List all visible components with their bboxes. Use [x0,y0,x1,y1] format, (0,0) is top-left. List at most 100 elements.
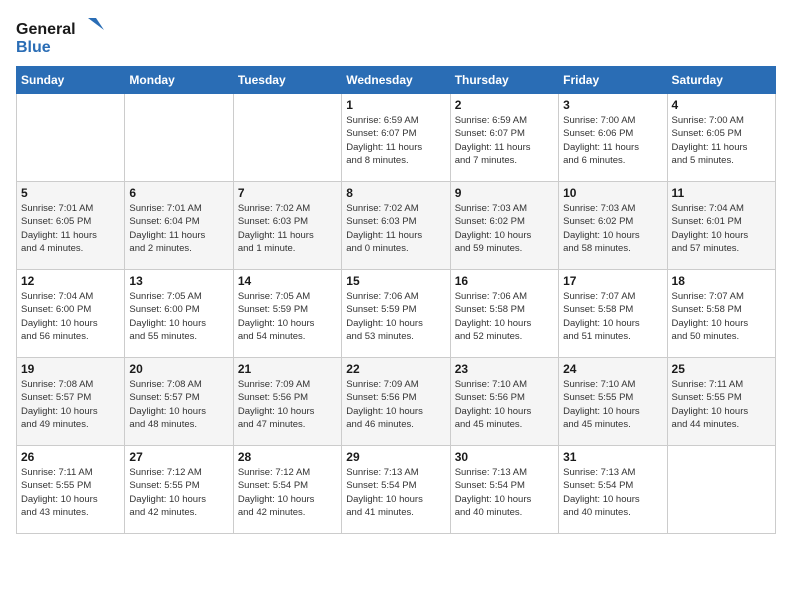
calendar-week-row: 5 Sunrise: 7:01 AM Sunset: 6:05 PM Daylig… [17,182,776,270]
day-number: 29 [346,450,445,464]
calendar-day-cell: 1 Sunrise: 6:59 AM Sunset: 6:07 PM Daylig… [342,94,450,182]
day-number: 7 [238,186,337,200]
day-number: 25 [672,362,771,376]
header-wednesday: Wednesday [342,67,450,94]
day-number: 18 [672,274,771,288]
day-number: 5 [21,186,120,200]
day-number: 12 [21,274,120,288]
day-info: Sunrise: 7:02 AM Sunset: 6:03 PM Dayligh… [346,202,445,255]
day-number: 2 [455,98,554,112]
calendar-day-cell: 23 Sunrise: 7:10 AM Sunset: 5:56 PM Dayli… [450,358,558,446]
calendar-day-cell: 27 Sunrise: 7:12 AM Sunset: 5:55 PM Dayli… [125,446,233,534]
day-info: Sunrise: 6:59 AM Sunset: 6:07 PM Dayligh… [455,114,554,167]
day-info: Sunrise: 7:11 AM Sunset: 5:55 PM Dayligh… [672,378,771,431]
day-info: Sunrise: 7:12 AM Sunset: 5:55 PM Dayligh… [129,466,228,519]
calendar-week-row: 26Sunrise: 7:11 AM Sunset: 5:55 PM Dayli… [17,446,776,534]
calendar-day-cell: 11 Sunrise: 7:04 AM Sunset: 6:01 PM Dayli… [667,182,775,270]
logo: GeneralBlue [16,16,106,56]
calendar-day-cell: 2 Sunrise: 6:59 AM Sunset: 6:07 PM Daylig… [450,94,558,182]
calendar-day-cell: 30 Sunrise: 7:13 AM Sunset: 5:54 PM Dayli… [450,446,558,534]
header-tuesday: Tuesday [233,67,341,94]
calendar-day-cell: 8 Sunrise: 7:02 AM Sunset: 6:03 PM Daylig… [342,182,450,270]
svg-text:General: General [16,21,76,38]
calendar-day-cell: 15 Sunrise: 7:06 AM Sunset: 5:59 PM Dayli… [342,270,450,358]
day-number: 31 [563,450,662,464]
calendar-day-cell [233,94,341,182]
header-monday: Monday [125,67,233,94]
day-number: 15 [346,274,445,288]
day-number: 20 [129,362,228,376]
page-header: GeneralBlue [16,16,776,56]
calendar-day-cell: 5 Sunrise: 7:01 AM Sunset: 6:05 PM Daylig… [17,182,125,270]
day-number: 22 [346,362,445,376]
day-number: 17 [563,274,662,288]
header-saturday: Saturday [667,67,775,94]
day-info: Sunrise: 7:05 AM Sunset: 5:59 PM Dayligh… [238,290,337,343]
day-info: Sunrise: 7:04 AM Sunset: 6:01 PM Dayligh… [672,202,771,255]
calendar-day-cell: 14 Sunrise: 7:05 AM Sunset: 5:59 PM Dayli… [233,270,341,358]
day-info: Sunrise: 7:02 AM Sunset: 6:03 PM Dayligh… [238,202,337,255]
day-number: 6 [129,186,228,200]
calendar-day-cell: 10 Sunrise: 7:03 AM Sunset: 6:02 PM Dayli… [559,182,667,270]
calendar-day-cell: 12 Sunrise: 7:04 AM Sunset: 6:00 PM Dayli… [17,270,125,358]
calendar-day-cell: 20 Sunrise: 7:08 AM Sunset: 5:57 PM Dayli… [125,358,233,446]
day-number: 24 [563,362,662,376]
day-number: 16 [455,274,554,288]
calendar-day-cell: 28Sunrise: 7:12 AM Sunset: 5:54 PM Dayli… [233,446,341,534]
calendar-day-cell: 6 Sunrise: 7:01 AM Sunset: 6:04 PM Daylig… [125,182,233,270]
day-info: Sunrise: 7:09 AM Sunset: 5:56 PM Dayligh… [238,378,337,431]
day-number: 3 [563,98,662,112]
day-info: Sunrise: 7:01 AM Sunset: 6:05 PM Dayligh… [21,202,120,255]
calendar-day-cell: 4 Sunrise: 7:00 AM Sunset: 6:05 PM Daylig… [667,94,775,182]
day-info: Sunrise: 7:01 AM Sunset: 6:04 PM Dayligh… [129,202,228,255]
day-info: Sunrise: 6:59 AM Sunset: 6:07 PM Dayligh… [346,114,445,167]
day-number: 1 [346,98,445,112]
day-info: Sunrise: 7:10 AM Sunset: 5:56 PM Dayligh… [455,378,554,431]
calendar-day-cell: 24 Sunrise: 7:10 AM Sunset: 5:55 PM Dayli… [559,358,667,446]
calendar-day-cell [667,446,775,534]
day-info: Sunrise: 7:10 AM Sunset: 5:55 PM Dayligh… [563,378,662,431]
day-info: Sunrise: 7:13 AM Sunset: 5:54 PM Dayligh… [563,466,662,519]
day-info: Sunrise: 7:11 AM Sunset: 5:55 PM Dayligh… [21,466,120,519]
day-number: 10 [563,186,662,200]
logo-icon: GeneralBlue [16,16,106,56]
day-info: Sunrise: 7:06 AM Sunset: 5:59 PM Dayligh… [346,290,445,343]
calendar-week-row: 12 Sunrise: 7:04 AM Sunset: 6:00 PM Dayli… [17,270,776,358]
calendar-day-cell: 17 Sunrise: 7:07 AM Sunset: 5:58 PM Dayli… [559,270,667,358]
day-info: Sunrise: 7:13 AM Sunset: 5:54 PM Dayligh… [455,466,554,519]
day-number: 8 [346,186,445,200]
day-info: Sunrise: 7:08 AM Sunset: 5:57 PM Dayligh… [21,378,120,431]
day-info: Sunrise: 7:08 AM Sunset: 5:57 PM Dayligh… [129,378,228,431]
day-info: Sunrise: 7:07 AM Sunset: 5:58 PM Dayligh… [563,290,662,343]
day-info: Sunrise: 7:03 AM Sunset: 6:02 PM Dayligh… [563,202,662,255]
header-thursday: Thursday [450,67,558,94]
day-number: 30 [455,450,554,464]
calendar-week-row: 19 Sunrise: 7:08 AM Sunset: 5:57 PM Dayli… [17,358,776,446]
svg-text:Blue: Blue [16,39,51,56]
calendar-table: SundayMondayTuesdayWednesdayThursdayFrid… [16,66,776,534]
day-info: Sunrise: 7:04 AM Sunset: 6:00 PM Dayligh… [21,290,120,343]
calendar-day-cell: 3 Sunrise: 7:00 AM Sunset: 6:06 PM Daylig… [559,94,667,182]
day-number: 27 [129,450,228,464]
day-number: 11 [672,186,771,200]
day-info: Sunrise: 7:00 AM Sunset: 6:06 PM Dayligh… [563,114,662,167]
calendar-day-cell: 21Sunrise: 7:09 AM Sunset: 5:56 PM Dayli… [233,358,341,446]
calendar-week-row: 1 Sunrise: 6:59 AM Sunset: 6:07 PM Daylig… [17,94,776,182]
day-number: 28 [238,450,337,464]
calendar-day-cell [125,94,233,182]
calendar-day-cell: 22 Sunrise: 7:09 AM Sunset: 5:56 PM Dayli… [342,358,450,446]
calendar-day-cell: 13Sunrise: 7:05 AM Sunset: 6:00 PM Dayli… [125,270,233,358]
day-info: Sunrise: 7:00 AM Sunset: 6:05 PM Dayligh… [672,114,771,167]
day-number: 14 [238,274,337,288]
calendar-header-row: SundayMondayTuesdayWednesdayThursdayFrid… [17,67,776,94]
day-info: Sunrise: 7:09 AM Sunset: 5:56 PM Dayligh… [346,378,445,431]
header-friday: Friday [559,67,667,94]
calendar-day-cell: 25 Sunrise: 7:11 AM Sunset: 5:55 PM Dayli… [667,358,775,446]
calendar-day-cell: 31 Sunrise: 7:13 AM Sunset: 5:54 PM Dayli… [559,446,667,534]
calendar-day-cell [17,94,125,182]
calendar-day-cell: 26Sunrise: 7:11 AM Sunset: 5:55 PM Dayli… [17,446,125,534]
day-number: 19 [21,362,120,376]
day-number: 4 [672,98,771,112]
day-info: Sunrise: 7:07 AM Sunset: 5:58 PM Dayligh… [672,290,771,343]
day-number: 23 [455,362,554,376]
